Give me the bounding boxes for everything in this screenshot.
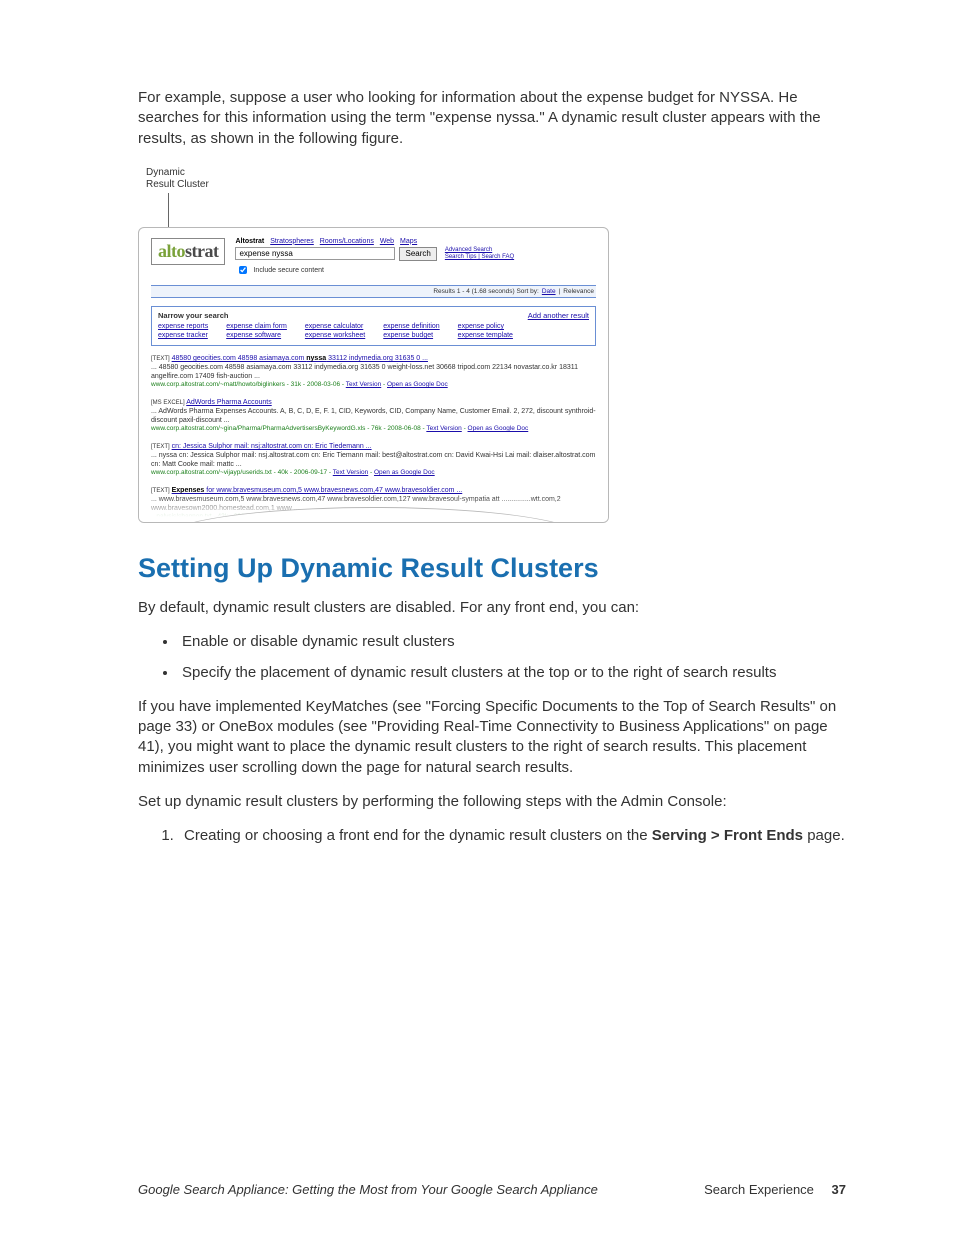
narrow-title: Narrow your search xyxy=(158,311,228,320)
list-item: Specify the placement of dynamic result … xyxy=(178,663,846,683)
sort-relevance: Relevance xyxy=(563,288,594,295)
narrow-term[interactable]: expense budget xyxy=(383,332,439,339)
narrow-term[interactable]: expense tracker xyxy=(158,332,208,339)
result-title[interactable]: Expenses for www.bravesmuseum.com,5 www.… xyxy=(172,487,463,494)
intro-paragraph: For example, suppose a user who looking … xyxy=(138,88,846,149)
screenshot: altostrat Altostrat Stratospheres Rooms/… xyxy=(138,227,609,523)
figure-pointer-line xyxy=(168,193,169,227)
narrow-term[interactable]: expense template xyxy=(458,332,513,339)
list-item: Enable or disable dynamic result cluster… xyxy=(178,632,846,652)
result-title[interactable]: 48580 geocities.com 48598 asiamaya.com n… xyxy=(172,355,428,362)
nav-link[interactable]: Maps xyxy=(400,238,417,245)
figure-label: Dynamic Result Cluster xyxy=(146,167,846,191)
figure: Dynamic Result Cluster altostrat Altostr… xyxy=(138,167,846,523)
section-heading: Setting Up Dynamic Result Clusters xyxy=(138,553,846,584)
nav-link[interactable]: Web xyxy=(380,238,394,245)
advanced-links[interactable]: Advanced Search Search Tips | Search FAQ xyxy=(445,247,514,261)
search-button[interactable]: Search xyxy=(399,247,436,261)
nav-selected[interactable]: Altostrat xyxy=(235,238,264,245)
narrow-term[interactable]: expense definition xyxy=(383,323,439,330)
search-result: [TEXT] 48580 geocities.com 48598 asiamay… xyxy=(151,355,596,390)
search-input[interactable] xyxy=(235,247,395,260)
narrow-term[interactable]: expense worksheet xyxy=(305,332,365,339)
search-result: [MS EXCEL] AdWords Pharma Accounts... Ad… xyxy=(151,399,596,434)
nav-link[interactable]: Stratospheres xyxy=(270,238,314,245)
nav-link[interactable]: Rooms/Locations xyxy=(320,238,374,245)
narrow-term[interactable]: expense policy xyxy=(458,323,513,330)
footer-title: Google Search Appliance: Getting the Mos… xyxy=(138,1182,598,1197)
top-nav: Altostrat Stratospheres Rooms/Locations … xyxy=(235,238,596,245)
secure-label: Include secure content xyxy=(253,267,323,274)
page-number: 37 xyxy=(832,1182,846,1197)
include-secure[interactable]: Include secure content xyxy=(235,263,596,277)
search-result: [TEXT] cn: Jessica Sulphor mail: nsj:alt… xyxy=(151,443,596,478)
ordered-list: Creating or choosing a front end for the… xyxy=(138,826,846,846)
narrow-term[interactable]: expense calculator xyxy=(305,323,365,330)
dynamic-result-cluster: Narrow your search Add another result ex… xyxy=(151,306,596,346)
results-bar: Results 1 - 4 (1.68 seconds) Sort by: Da… xyxy=(151,285,596,298)
result-title[interactable]: cn: Jessica Sulphor mail: nsj:altostrat.… xyxy=(172,443,372,450)
paragraph-implemented: If you have implemented KeyMatches (see … xyxy=(138,697,846,778)
logo: altostrat xyxy=(151,238,225,265)
narrow-term[interactable]: expense reports xyxy=(158,323,208,330)
add-another-result[interactable]: Add another result xyxy=(528,311,589,320)
paragraph-default: By default, dynamic result clusters are … xyxy=(138,598,846,618)
bullet-list: Enable or disable dynamic result cluster… xyxy=(138,632,846,683)
narrow-term[interactable]: expense software xyxy=(226,332,287,339)
page-footer: Google Search Appliance: Getting the Mos… xyxy=(138,1182,846,1197)
secure-checkbox[interactable] xyxy=(239,266,247,274)
footer-section: Search Experience xyxy=(704,1182,814,1197)
sort-date[interactable]: Date xyxy=(542,288,556,295)
paragraph-setup: Set up dynamic result clusters by perfor… xyxy=(138,792,846,812)
narrow-term[interactable]: expense claim form xyxy=(226,323,287,330)
list-item: Creating or choosing a front end for the… xyxy=(178,826,846,846)
result-title[interactable]: AdWords Pharma Accounts xyxy=(186,399,271,406)
